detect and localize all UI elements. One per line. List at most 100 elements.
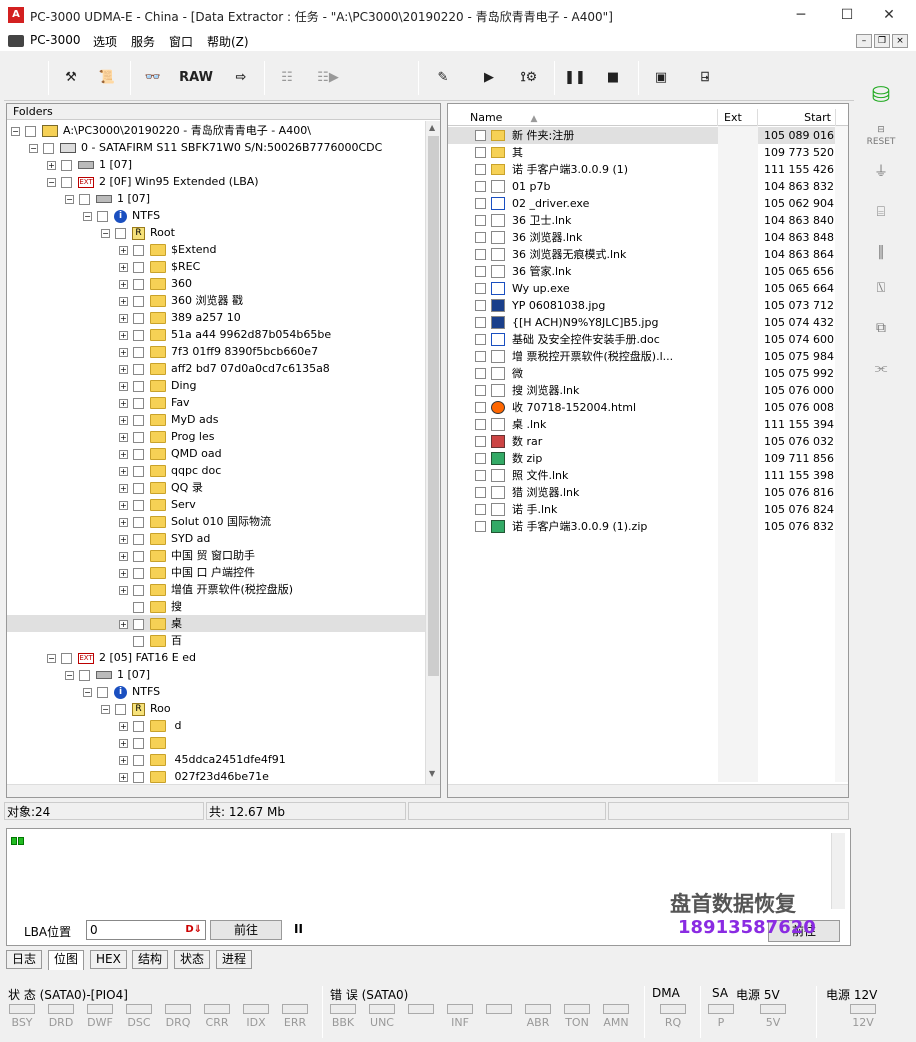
menu-pc3000[interactable]: PC-3000: [30, 33, 80, 47]
export-icon[interactable]: ⇨: [230, 67, 252, 89]
mdi-minimize-icon[interactable]: –: [856, 34, 872, 48]
column-ext[interactable]: Ext: [720, 109, 758, 126]
file-checkbox[interactable]: [475, 436, 486, 447]
power-icon[interactable]: ⌸: [866, 200, 896, 224]
tree-checkbox[interactable]: [133, 550, 144, 562]
script-icon[interactable]: 📜: [96, 67, 118, 89]
tree-run-icon[interactable]: ☷▶: [314, 67, 342, 89]
tree-checkbox[interactable]: [97, 686, 108, 698]
collapse-icon[interactable]: −: [11, 126, 20, 136]
stop-icon[interactable]: ■: [602, 67, 624, 89]
tree-horizontal-scrollbar[interactable]: [7, 784, 440, 797]
tab-process[interactable]: 进程: [216, 950, 253, 969]
file-checkbox[interactable]: [475, 419, 486, 430]
file-row[interactable]: 数 zipzip109 711 856: [448, 450, 848, 467]
tree-checkbox[interactable]: [133, 618, 144, 630]
menu-app-icon[interactable]: [8, 35, 24, 47]
column-name[interactable]: Name ▲: [466, 109, 718, 126]
file-checkbox[interactable]: [475, 487, 486, 498]
tree-checkbox[interactable]: [97, 210, 108, 222]
collapse-icon[interactable]: −: [65, 670, 74, 680]
tree-checkbox[interactable]: [133, 329, 144, 341]
file-row[interactable]: 诺 手客户端3.0.0.9 (1) 111 155 426: [448, 161, 848, 178]
file-checkbox[interactable]: [475, 266, 486, 277]
tree-checkbox[interactable]: [133, 499, 144, 511]
expand-icon[interactable]: +: [119, 449, 128, 459]
file-row[interactable]: 02 _driver.exeexe105 062 904: [448, 195, 848, 212]
tree-checkbox[interactable]: [133, 635, 144, 647]
file-checkbox[interactable]: [475, 351, 486, 362]
expand-icon[interactable]: +: [119, 517, 128, 527]
file-checkbox[interactable]: [475, 130, 486, 141]
tree-checkbox[interactable]: [43, 142, 54, 154]
network-icon[interactable]: ⟟⚙: [514, 67, 544, 89]
expand-icon[interactable]: +: [119, 619, 128, 629]
collapse-icon[interactable]: −: [83, 211, 92, 221]
file-checkbox[interactable]: [475, 300, 486, 311]
tree-checkbox[interactable]: [133, 533, 144, 545]
file-row[interactable]: 36 管家.lnklnk105 065 656: [448, 263, 848, 280]
expand-icon[interactable]: +: [119, 568, 128, 578]
menu-options[interactable]: 选项: [93, 33, 117, 50]
exit-icon[interactable]: ⍈: [694, 67, 716, 89]
expand-icon[interactable]: +: [119, 364, 128, 374]
lba-input[interactable]: 0 D⇓: [86, 920, 206, 940]
expand-icon[interactable]: +: [119, 483, 128, 493]
collapse-icon[interactable]: −: [83, 687, 92, 697]
maximize-button[interactable]: ☐: [824, 0, 870, 31]
pause-icon[interactable]: ❚❚: [564, 67, 586, 89]
file-row[interactable]: 猎 浏览器.lnklnk105 076 816: [448, 484, 848, 501]
expand-icon[interactable]: +: [47, 160, 56, 170]
tree-checkbox[interactable]: [133, 720, 144, 732]
file-checkbox[interactable]: [475, 504, 486, 515]
menu-service[interactable]: 服务: [131, 33, 155, 50]
collapse-icon[interactable]: −: [47, 177, 56, 187]
tab-hex[interactable]: HEX: [90, 950, 127, 969]
tree-vertical-scrollbar[interactable]: ▲ ▼: [425, 121, 440, 784]
tree-checkbox[interactable]: [133, 380, 144, 392]
file-row[interactable]: 收 70718-152004.htmlhtml105 076 008: [448, 399, 848, 416]
tree-scroll-thumb[interactable]: [428, 136, 439, 676]
tree-checkbox[interactable]: [133, 584, 144, 596]
tree-checkbox[interactable]: [79, 193, 90, 205]
expand-icon[interactable]: +: [119, 313, 128, 323]
tree-checkbox[interactable]: [133, 295, 144, 307]
pause-side-icon[interactable]: ‖: [866, 240, 896, 264]
file-checkbox[interactable]: [475, 147, 486, 158]
tree-checkbox[interactable]: [133, 465, 144, 477]
expand-icon[interactable]: +: [119, 534, 128, 544]
file-row[interactable]: 01 p7bp7b104 863 832: [448, 178, 848, 195]
file-checkbox[interactable]: [475, 164, 486, 175]
file-checkbox[interactable]: [475, 283, 486, 294]
close-button[interactable]: ✕: [866, 0, 912, 31]
tree-checkbox[interactable]: [133, 312, 144, 324]
file-checkbox[interactable]: [475, 249, 486, 260]
file-row[interactable]: 36 卫士.lnklnk104 863 840: [448, 212, 848, 229]
tree-checkbox[interactable]: [133, 601, 144, 613]
file-checkbox[interactable]: [475, 181, 486, 192]
column-start[interactable]: Start: [758, 109, 836, 126]
file-row[interactable]: 其 109 773 520: [448, 144, 848, 161]
file-row[interactable]: 增 票税控开票软件(税控盘版).l...lnk105 075 984: [448, 348, 848, 365]
tree-checkbox[interactable]: [61, 652, 72, 664]
expand-icon[interactable]: +: [119, 738, 128, 748]
tab-state[interactable]: 状态: [174, 950, 211, 969]
raw-button[interactable]: RAW: [176, 67, 216, 89]
file-row[interactable]: 数 rarrar105 076 032: [448, 433, 848, 450]
file-checkbox[interactable]: [475, 198, 486, 209]
menu-window[interactable]: 窗口: [169, 33, 193, 50]
expand-icon[interactable]: +: [119, 347, 128, 357]
file-row[interactable]: 搜 浏览器.lnklnk105 076 000: [448, 382, 848, 399]
binoculars-icon[interactable]: 👓: [142, 67, 164, 89]
expand-icon[interactable]: +: [119, 585, 128, 595]
file-row[interactable]: 基础 及安全控件安装手册.docdoc105 074 600: [448, 331, 848, 348]
tree-checkbox[interactable]: [61, 159, 72, 171]
tree-checkbox[interactable]: [133, 278, 144, 290]
file-row[interactable]: 微lnk105 075 992: [448, 365, 848, 382]
file-row[interactable]: 诺 手客户端3.0.0.9 (1).zipzip105 076 832: [448, 518, 848, 535]
collapse-icon[interactable]: −: [29, 143, 38, 153]
file-checkbox[interactable]: [475, 521, 486, 532]
log-scrollbar[interactable]: [831, 833, 845, 909]
expand-icon[interactable]: +: [119, 415, 128, 425]
file-checkbox[interactable]: [475, 232, 486, 243]
